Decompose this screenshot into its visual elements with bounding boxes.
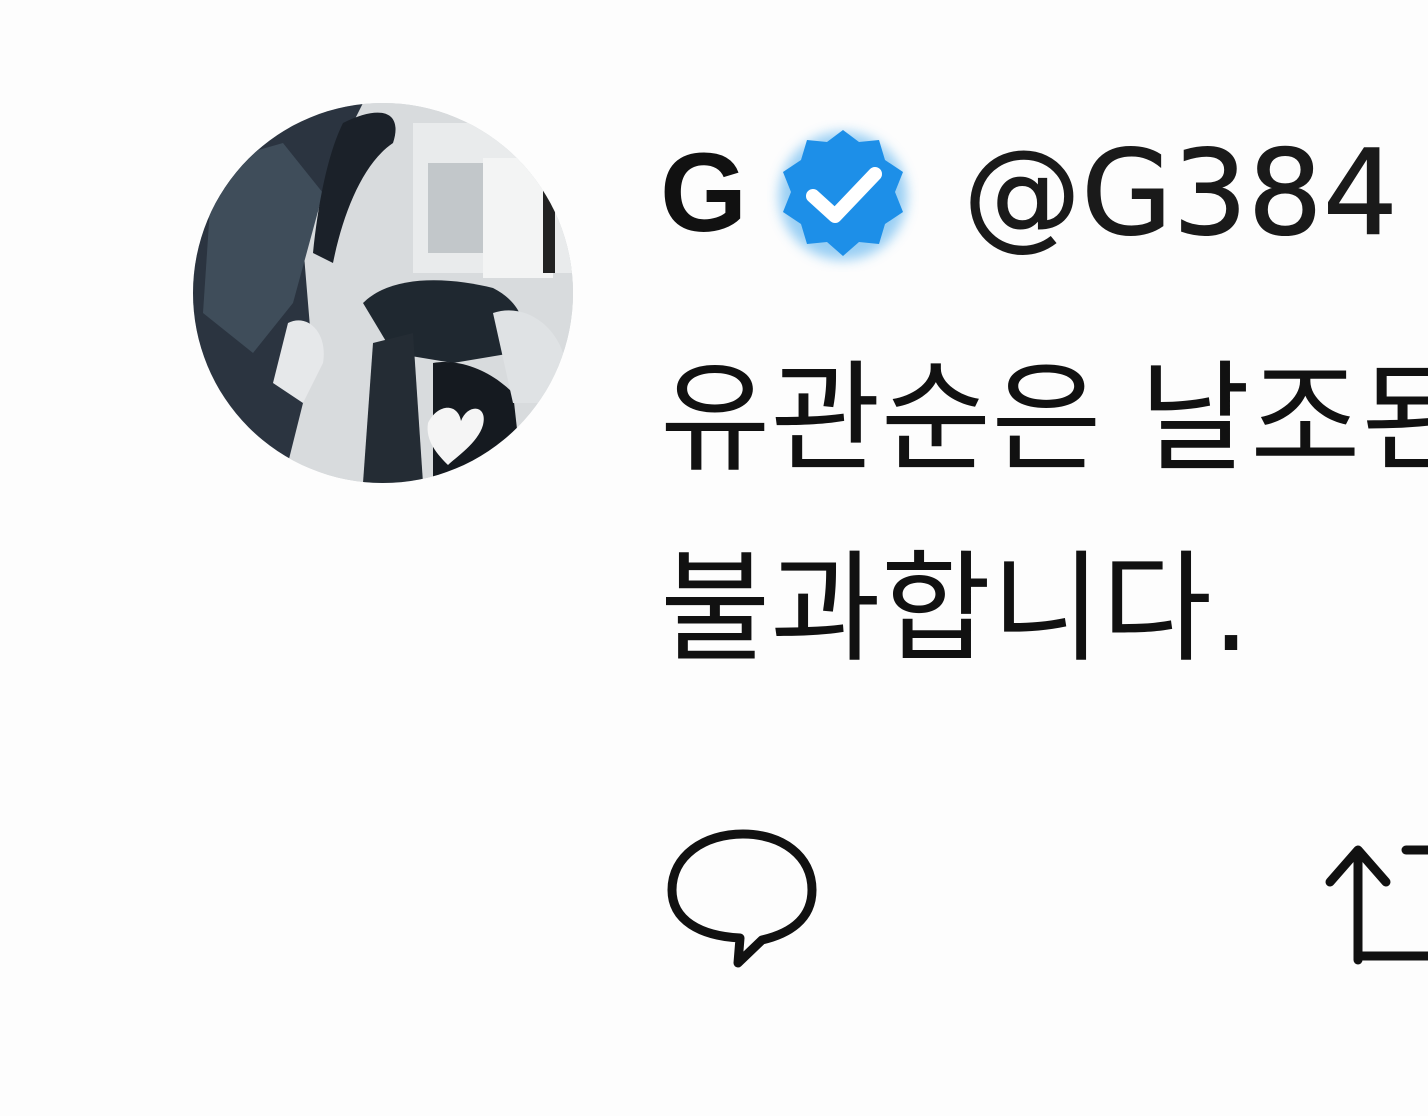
- tweet-text-line: 불과합니다.: [660, 540, 1251, 679]
- tweet-card: G @G384 유관순은 날조된 불과합니다.: [0, 0, 1428, 1116]
- display-name[interactable]: G: [660, 137, 747, 249]
- reply-button[interactable]: [660, 820, 830, 980]
- avatar-photo: [193, 103, 573, 483]
- retweet-button[interactable]: [1318, 830, 1428, 970]
- tweet-header: G @G384: [660, 118, 1398, 268]
- tweet-text: 유관순은 날조된 불과합니다.: [660, 325, 1428, 705]
- retweet-icon: [1325, 845, 1428, 965]
- tweet-text-line: 유관순은 날조된: [660, 350, 1428, 489]
- user-handle[interactable]: @G384: [963, 134, 1399, 253]
- verified-badge-icon[interactable]: [767, 120, 919, 272]
- reply-icon: [667, 829, 817, 968]
- avatar[interactable]: [193, 103, 573, 483]
